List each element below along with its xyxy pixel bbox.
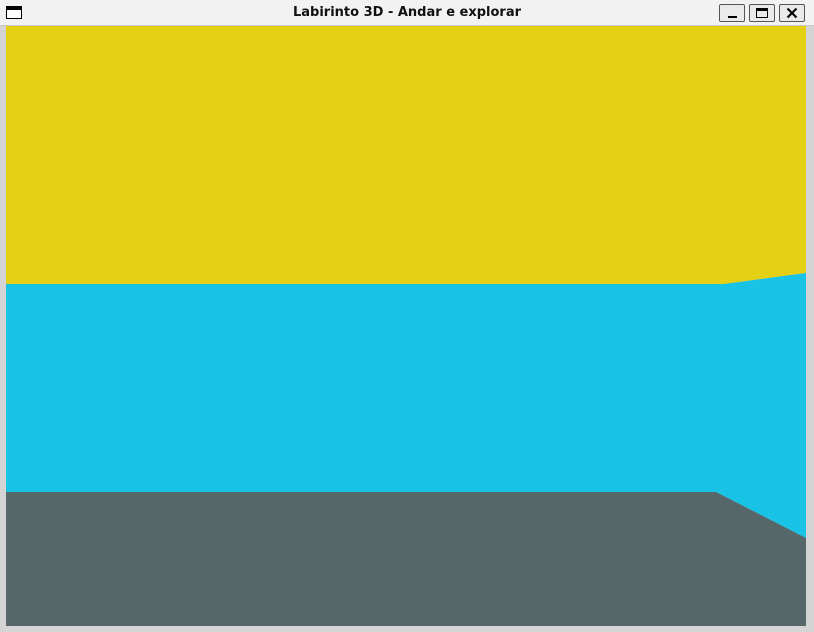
maze-wall-front (6, 284, 724, 492)
close-button[interactable] (779, 4, 805, 22)
maze-3d-view (6, 26, 806, 626)
app-window: Labirinto 3D - Andar e explorar (0, 0, 814, 632)
window-frame-right (806, 26, 814, 632)
maximize-button[interactable] (749, 4, 775, 22)
maze-ceiling (6, 26, 806, 284)
minimize-icon (728, 16, 737, 18)
close-icon (786, 7, 798, 19)
window-title: Labirinto 3D - Andar e explorar (292, 5, 522, 20)
window-icon[interactable] (6, 6, 22, 19)
maze-wall-right (716, 273, 806, 538)
minimize-button[interactable] (719, 4, 745, 22)
maximize-icon (756, 8, 768, 18)
game-viewport[interactable] (6, 26, 806, 626)
maze-floor (6, 492, 806, 626)
title-bar[interactable]: Labirinto 3D - Andar e explorar (0, 0, 814, 26)
window-frame-bottom (0, 626, 814, 632)
